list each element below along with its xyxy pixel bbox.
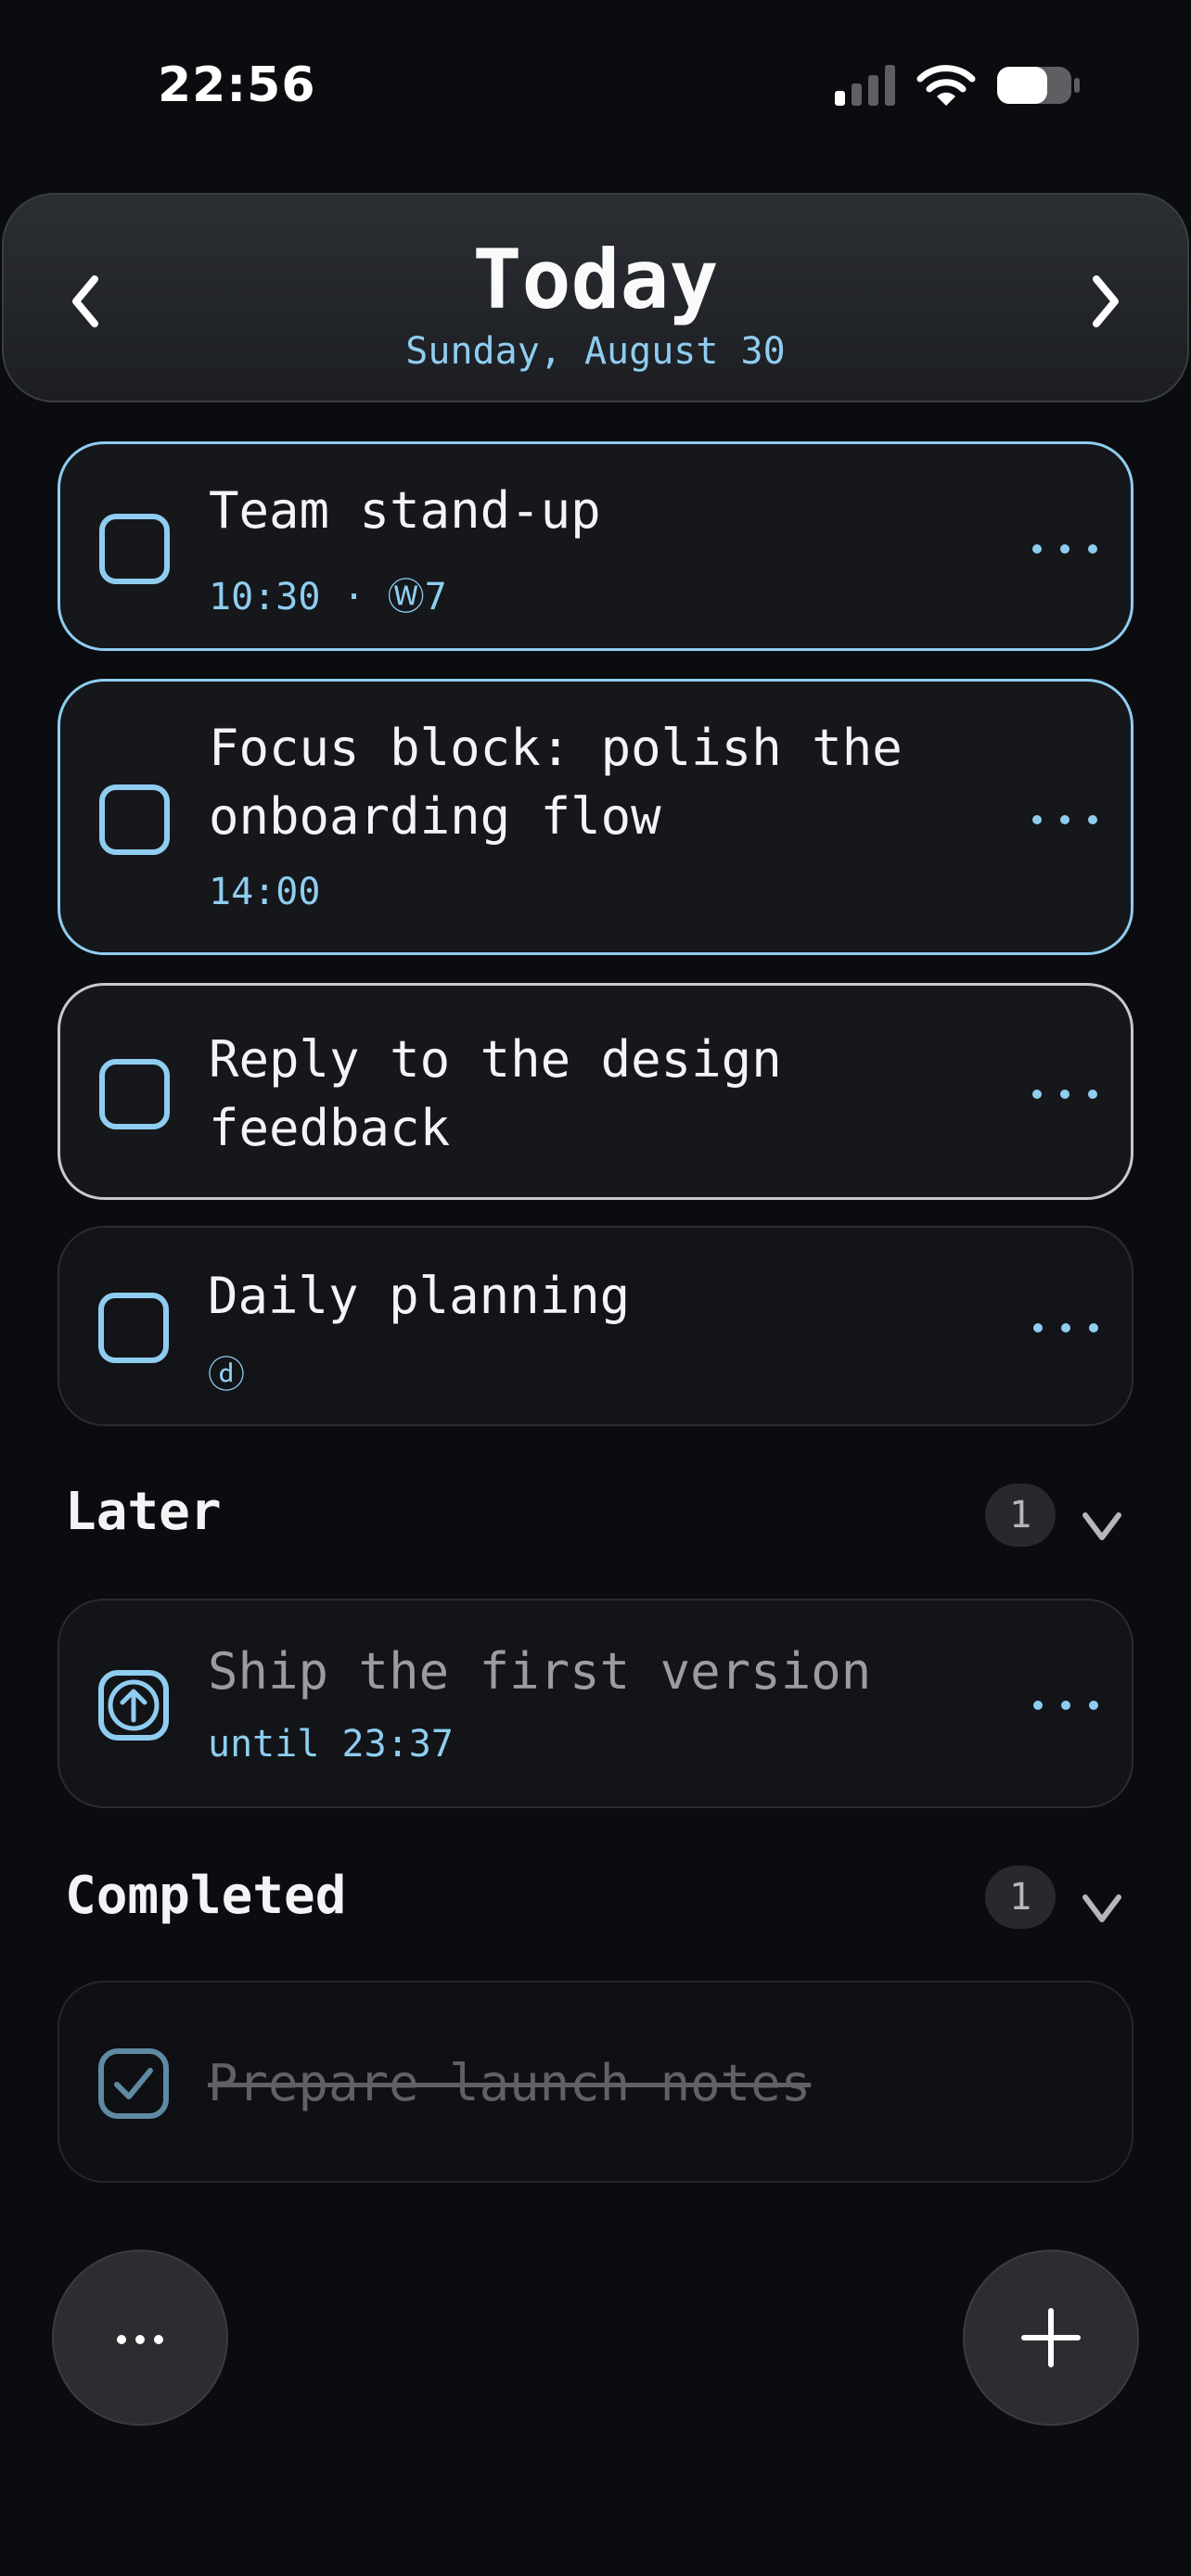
- task-title: Daily planning: [208, 1267, 631, 1325]
- completed-task-card[interactable]: Prepare launch notes: [58, 1981, 1133, 2183]
- arrow-up-circle-icon[interactable]: [98, 1670, 169, 1741]
- chevron-down-icon[interactable]: [1080, 1890, 1124, 1927]
- task-title: Prepare launch notes: [208, 2054, 812, 2112]
- task-checkbox[interactable]: [99, 514, 170, 584]
- task-title: Reply to the design feedback: [209, 1030, 782, 1157]
- task-more-button[interactable]: [1033, 1687, 1098, 1724]
- task-more-button[interactable]: [1032, 801, 1097, 838]
- battery-icon: [997, 67, 1080, 104]
- task-title: Focus block: polish the onboarding flow: [209, 719, 903, 846]
- wifi-icon: [916, 65, 976, 106]
- checkbox-checked-icon[interactable]: [98, 2048, 169, 2119]
- task-meta: 10:30 · Ⓦ7: [209, 576, 447, 618]
- later-task-card[interactable]: Ship the first version until 23:37: [58, 1599, 1133, 1808]
- task-title: Team stand-up: [209, 481, 601, 540]
- task-meta: 14:00: [209, 871, 321, 913]
- chevron-right-icon: [1093, 275, 1119, 327]
- completed-count-badge: 1: [985, 1866, 1056, 1929]
- task-checkbox[interactable]: [99, 784, 170, 855]
- task-checkbox[interactable]: [99, 1059, 170, 1129]
- status-icons: [835, 63, 1082, 108]
- task-meta: ⓓ: [208, 1354, 245, 1396]
- plus-icon: [1021, 2308, 1081, 2367]
- next-day-button[interactable]: [1069, 260, 1143, 343]
- section-title-completed: Completed: [65, 1866, 347, 1926]
- task-card[interactable]: Reply to the design feedback: [58, 983, 1133, 1200]
- header-date: Sunday, August 30: [405, 330, 786, 373]
- signal-icon: [835, 65, 895, 106]
- task-card[interactable]: Daily planning ⓓ: [58, 1226, 1133, 1426]
- add-task-button[interactable]: [963, 2250, 1139, 2426]
- chevron-down-icon[interactable]: [1080, 1508, 1124, 1545]
- task-meta: until 23:37: [208, 1723, 454, 1766]
- menu-button[interactable]: [52, 2250, 228, 2426]
- task-more-button[interactable]: [1033, 1309, 1098, 1346]
- task-checkbox[interactable]: [98, 1293, 169, 1363]
- task-more-button[interactable]: [1032, 1076, 1097, 1113]
- later-count-badge: 1: [985, 1484, 1056, 1547]
- task-card[interactable]: Focus block: polish the onboarding flow …: [58, 679, 1133, 955]
- status-time: 22:56: [158, 57, 316, 113]
- page-title: Today: [472, 232, 719, 327]
- ellipsis-icon: [117, 2335, 163, 2344]
- day-header: Today Sunday, August 30: [2, 193, 1189, 402]
- section-title-later: Later: [65, 1482, 222, 1542]
- task-more-button[interactable]: [1032, 530, 1097, 567]
- task-card[interactable]: Team stand-up 10:30 · Ⓦ7: [58, 441, 1133, 651]
- task-title: Ship the first version: [208, 1642, 872, 1701]
